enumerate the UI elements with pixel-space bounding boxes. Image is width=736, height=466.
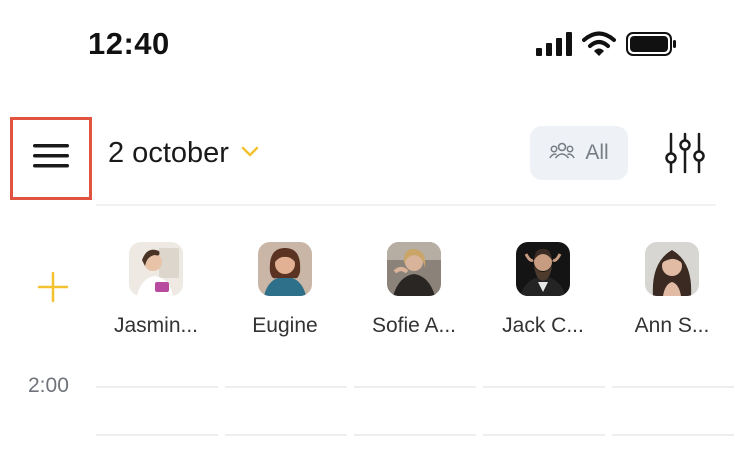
sliders-icon [665,132,705,179]
status-icons [536,31,678,57]
header-divider [96,204,716,206]
grid-line [354,434,476,436]
staff-member[interactable]: Jasmin... [92,242,220,338]
avatar [129,242,183,296]
avatar [645,242,699,296]
wifi-icon [582,31,616,57]
grid-line [96,434,218,436]
staff-filter-chip[interactable]: All [530,126,628,180]
date-picker[interactable]: 2 october [108,137,259,170]
date-label: 2 october [108,137,229,169]
grid-line [354,386,476,388]
avatar [387,242,441,296]
menu-button[interactable] [10,117,92,200]
filter-settings-button[interactable] [662,132,708,178]
cellular-signal-icon [536,32,572,56]
staff-member[interactable]: Jack C... [479,242,607,338]
grid-line [483,434,605,436]
staff-name: Jasmin... [113,314,199,337]
staff-member[interactable]: Ann S... [608,242,736,338]
staff-name: Ann S... [634,314,710,337]
grid-line [225,386,347,388]
filter-chip-label: All [585,141,609,164]
grid-line [612,434,734,436]
chevron-down-icon [241,145,259,163]
people-group-icon [549,141,576,166]
status-time: 12:40 [88,26,170,61]
staff-member[interactable]: Eugine [221,242,349,338]
add-staff-button[interactable] [34,270,72,308]
staff-name: Sofie A... [371,314,457,337]
grid-line [483,386,605,388]
plus-icon [37,271,69,308]
time-slot-label: 2:00 [28,374,69,397]
battery-icon [626,32,678,56]
avatar [258,242,312,296]
hamburger-menu-icon [33,142,69,175]
staff-name: Eugine [252,314,318,337]
grid-line [225,434,347,436]
staff-name: Jack C... [502,314,584,337]
grid-line [612,386,734,388]
staff-member[interactable]: Sofie A... [350,242,478,338]
grid-line [96,386,218,388]
avatar [516,242,570,296]
